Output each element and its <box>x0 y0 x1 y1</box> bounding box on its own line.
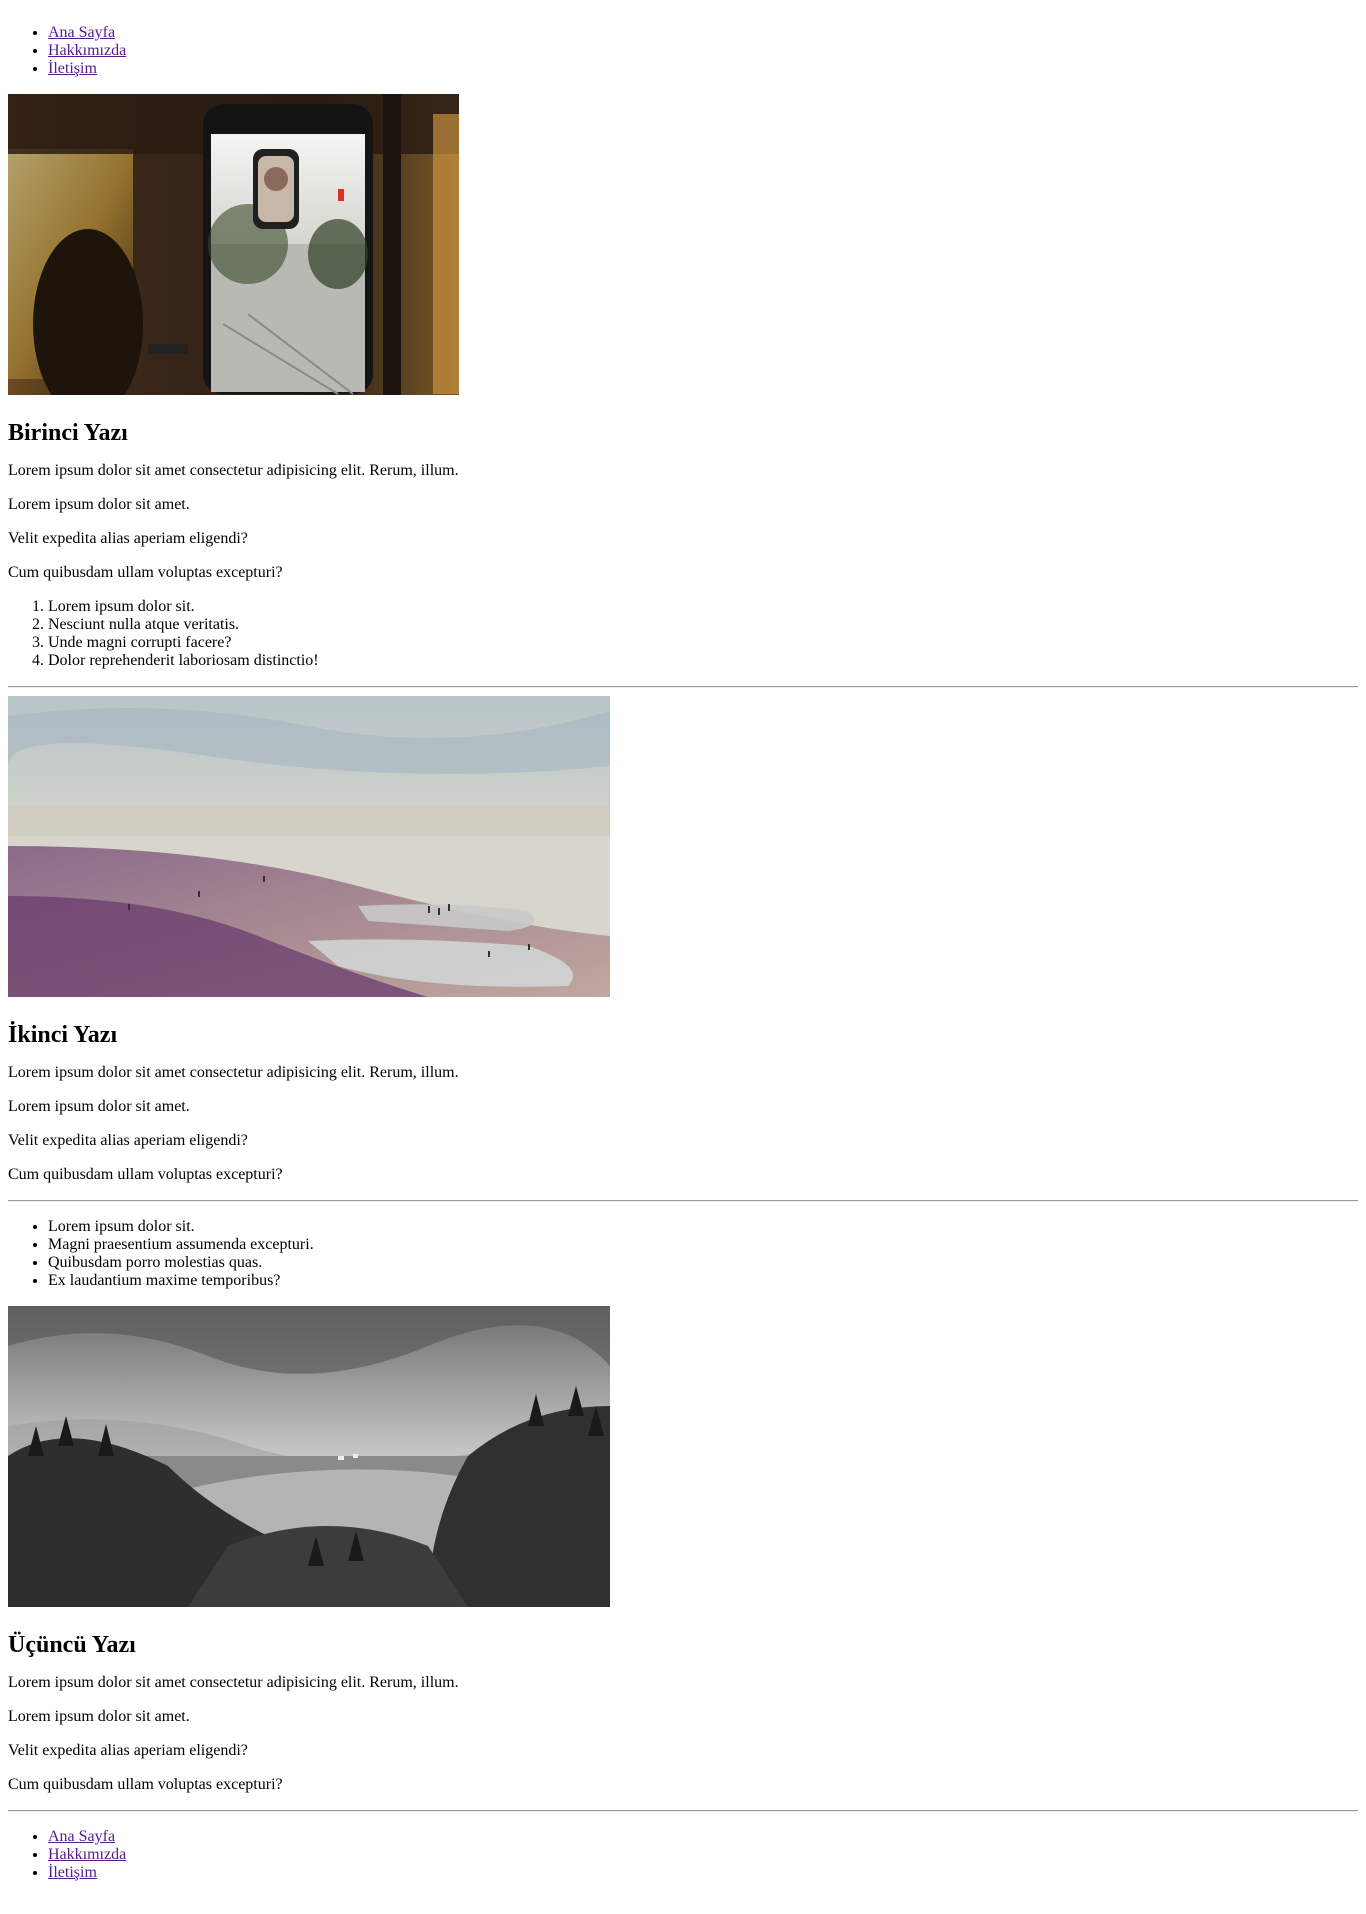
post-3-title: Üçüncü Yazı <box>8 1632 136 1658</box>
nav-link-contact[interactable]: İletişim <box>48 60 97 77</box>
list-item: Lorem ipsum dolor sit. <box>48 1218 1358 1236</box>
list-item: Magni praesentium assumenda excepturi. <box>48 1236 1358 1254</box>
top-nav: Ana Sayfa Hakkımızda İletişim <box>8 24 1358 78</box>
nav-link-home[interactable]: Ana Sayfa <box>48 24 115 41</box>
nav-link-home[interactable]: Ana Sayfa <box>48 1828 115 1845</box>
post-3-paragraph: Lorem ipsum dolor sit amet consectetur a… <box>8 1674 459 1691</box>
post-1-title: Birinci Yazı <box>8 420 128 446</box>
list-item: Ex laudantium maxime temporibus? <box>48 1272 1358 1290</box>
nav-link-about[interactable]: Hakkımızda <box>48 1846 126 1863</box>
nav-item: İletişim <box>48 1864 1358 1882</box>
post-3-image <box>8 1306 610 1607</box>
post-1-paragraph: Lorem ipsum dolor sit amet. <box>8 496 190 513</box>
post-1-image <box>8 94 459 395</box>
nav-link-about[interactable]: Hakkımızda <box>48 42 126 59</box>
post-1-numbered-list: Lorem ipsum dolor sit. Nesciunt nulla at… <box>8 598 1358 670</box>
list-item: Lorem ipsum dolor sit. <box>48 598 1358 616</box>
nav-item: Ana Sayfa <box>48 24 1358 42</box>
post-2-paragraph: Cum quibusdam ullam voluptas excepturi? <box>8 1166 283 1183</box>
nav-item: Hakkımızda <box>48 1846 1358 1864</box>
bottom-nav: Ana Sayfa Hakkımızda İletişim <box>8 1828 1358 1882</box>
post-1-paragraph: Lorem ipsum dolor sit amet consectetur a… <box>8 462 459 479</box>
post-2-paragraph: Velit expedita alias aperiam eligendi? <box>8 1132 248 1149</box>
list-item: Unde magni corrupti facere? <box>48 634 1358 652</box>
post-1-paragraph: Velit expedita alias aperiam eligendi? <box>8 530 248 547</box>
list-item: Dolor reprehenderit laboriosam distincti… <box>48 652 1358 670</box>
nav-item: İletişim <box>48 60 1358 78</box>
post-1-paragraph: Cum quibusdam ullam voluptas excepturi? <box>8 564 283 581</box>
post-2-paragraph: Lorem ipsum dolor sit amet consectetur a… <box>8 1064 459 1081</box>
post-3-paragraph: Velit expedita alias aperiam eligendi? <box>8 1742 248 1759</box>
list-item: Nesciunt nulla atque veritatis. <box>48 616 1358 634</box>
list-item: Quibusdam porro molestias quas. <box>48 1254 1358 1272</box>
post-3-paragraph: Cum quibusdam ullam voluptas excepturi? <box>8 1776 283 1793</box>
nav-item: Ana Sayfa <box>48 1828 1358 1846</box>
post-2-paragraph: Lorem ipsum dolor sit amet. <box>8 1098 190 1115</box>
post-2-image <box>8 696 610 997</box>
nav-link-contact[interactable]: İletişim <box>48 1864 97 1881</box>
nav-item: Hakkımızda <box>48 42 1358 60</box>
post-2-title: İkinci Yazı <box>8 1022 118 1048</box>
page: Ana Sayfa Hakkımızda İletişim <box>8 0 1358 1882</box>
post-3-paragraph: Lorem ipsum dolor sit amet. <box>8 1708 190 1725</box>
post-2-bullet-list: Lorem ipsum dolor sit. Magni praesentium… <box>8 1218 1358 1290</box>
